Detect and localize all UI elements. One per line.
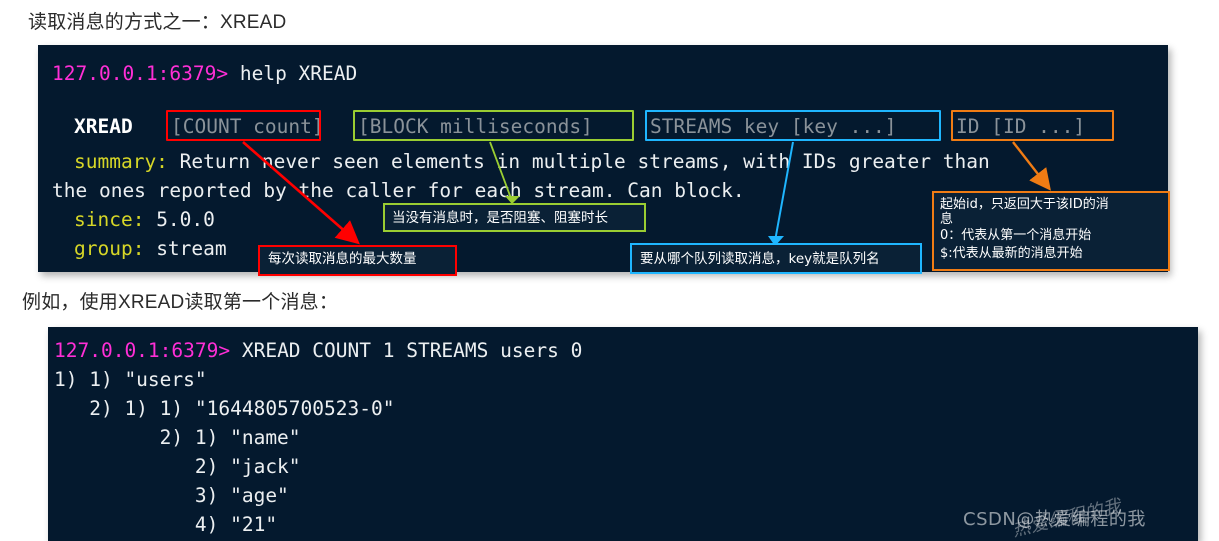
- output-row: 4) "21": [54, 513, 278, 536]
- syntax-streams: STREAMS key [key ...]: [650, 115, 897, 138]
- callout-streams: 要从哪个队列读取消息，key就是队列名: [630, 243, 922, 274]
- output-row: 2) "jack": [54, 455, 301, 478]
- command-text-2: XREAD COUNT 1 STREAMS users 0: [230, 339, 583, 362]
- group-label: group:: [74, 237, 145, 260]
- syntax-cmd-label: XREAD: [74, 115, 133, 138]
- syntax-count: [COUNT count]: [171, 115, 324, 138]
- terminal-xread-example: 127.0.0.1:6379> XREAD COUNT 1 STREAMS us…: [48, 327, 1198, 541]
- prompt-text-2: 127.0.0.1:6379>: [54, 339, 231, 362]
- since-value: 5.0.0: [144, 208, 215, 231]
- command-text: help XREAD: [228, 62, 358, 85]
- callout-id-line4: $:代表从最新的消息开始: [940, 246, 1083, 261]
- syntax-id: ID [ID ...]: [956, 115, 1086, 138]
- watermark: CSDN@热爱编程的我 热爱编程的我: [963, 496, 1146, 541]
- summary-label: summary:: [74, 150, 168, 173]
- syntax-cmd: XREAD: [74, 117, 133, 137]
- slide-page: 读取消息的方式之一：XREAD 127.0.0.1:6379> help XRE…: [0, 0, 1219, 541]
- terminal2-prompt-line: 127.0.0.1:6379> XREAD COUNT 1 STREAMS us…: [54, 341, 582, 361]
- output-row: 2) 1) 1) "1644805700523-0": [54, 397, 395, 420]
- since-label: since:: [74, 208, 145, 231]
- callout-id-line1: 起始id，只返回大于该ID的消: [940, 197, 1109, 212]
- output-row: 3) "age": [54, 484, 289, 507]
- terminal1-prompt-line: 127.0.0.1:6379> help XREAD: [52, 64, 357, 84]
- summary-text-1: Return never seen elements in multiple s…: [167, 150, 990, 173]
- callout-id-line2: 息: [940, 212, 954, 227]
- callout-block: 当没有消息时，是否阻塞、阻塞时长: [383, 203, 646, 232]
- summary-line-2: the ones reported by the caller for each…: [52, 179, 745, 202]
- output-row: 2) 1) "name": [54, 426, 301, 449]
- callout-id-line3: 0：代表从第一个消息开始: [940, 228, 1092, 243]
- syntax-block: [BLOCK milliseconds]: [358, 115, 593, 138]
- prompt-text: 127.0.0.1:6379>: [52, 62, 229, 85]
- output-row: 1) 1) "users": [54, 368, 207, 391]
- since-line: since: 5.0.0: [74, 210, 215, 230]
- callout-id: 起始id，只返回大于该ID的消 息 0：代表从第一个消息开始 $:代表从最新的消…: [932, 191, 1170, 271]
- group-value: stream: [144, 237, 227, 260]
- page-subtitle-example: 例如，使用XREAD读取第一个消息：: [22, 292, 339, 313]
- page-title-xread: 读取消息的方式之一：XREAD: [28, 12, 287, 33]
- callout-count: 每次读取消息的最大数量: [258, 245, 457, 276]
- summary-line-1: summary: Return never seen elements in m…: [74, 152, 990, 172]
- watermark-ghost: 热爱编程的我: [1010, 495, 1124, 541]
- group-line: group: stream: [74, 239, 227, 259]
